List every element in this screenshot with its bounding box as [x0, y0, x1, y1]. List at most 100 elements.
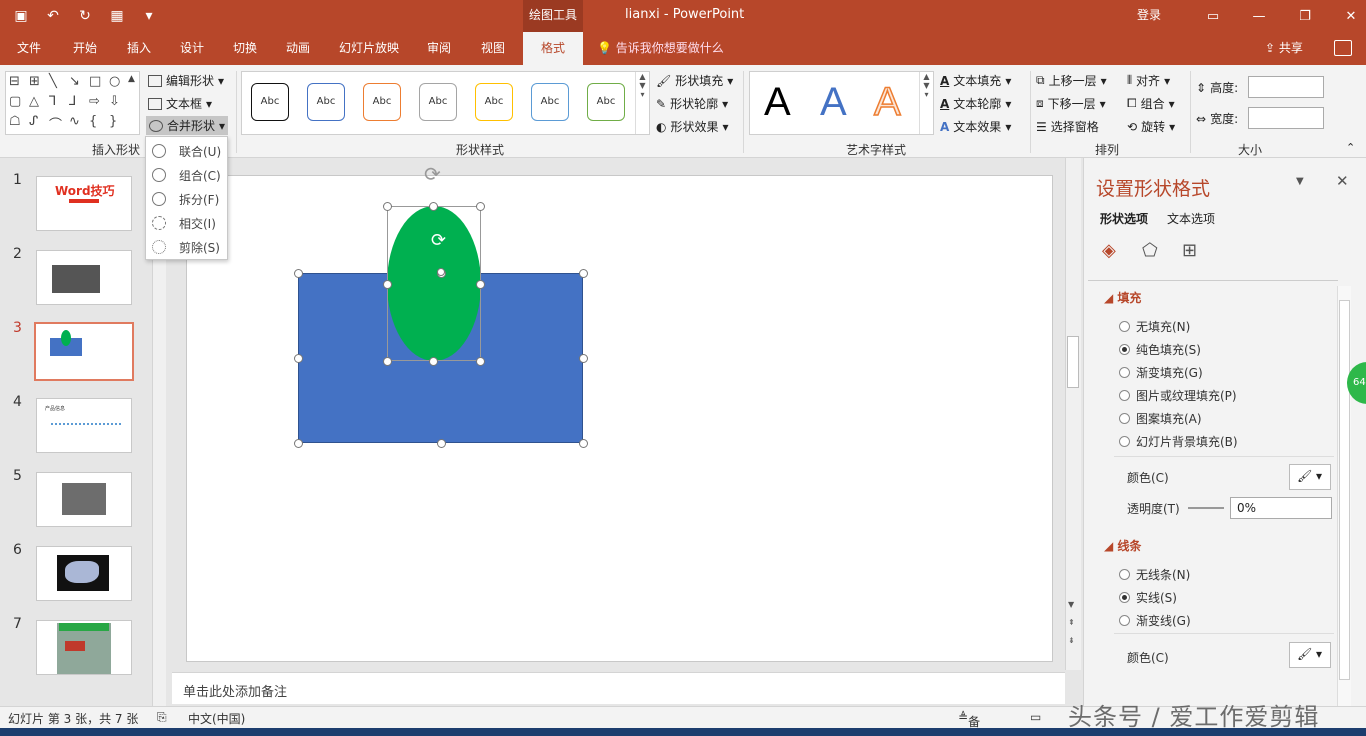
curve-icon[interactable]: ∿: [69, 114, 80, 129]
pane-scrollbar[interactable]: [1337, 286, 1351, 706]
selection-pane-button[interactable]: ☰ 选择窗格: [1036, 118, 1099, 135]
right-arrow-shape-icon[interactable]: ⇨: [89, 94, 100, 109]
resize-handle[interactable]: [579, 269, 588, 278]
wordart-gallery[interactable]: A A A ▲ ▼ ▾: [749, 71, 934, 135]
effects-pentagon-icon[interactable]: ⬠: [1142, 240, 1158, 261]
notes-toggle[interactable]: ≜ 备注: [958, 710, 980, 736]
style-swatch-orange[interactable]: Abc: [363, 83, 401, 121]
line-shape-icon[interactable]: ╲: [49, 74, 57, 89]
style-swatch-green[interactable]: Abc: [587, 83, 625, 121]
tab-design[interactable]: 设计: [180, 32, 204, 65]
text-outline-button[interactable]: A 文本轮廓 ▾: [940, 95, 1011, 112]
prev-slide-icon[interactable]: ⇞: [1068, 618, 1075, 627]
tab-file[interactable]: 文件: [17, 32, 41, 65]
resize-handle[interactable]: [429, 357, 438, 366]
menu-item-subtract[interactable]: 剪除(S): [146, 235, 227, 259]
arc-icon[interactable]: ⌒: [49, 114, 62, 133]
fill-line-icon[interactable]: ◈: [1102, 240, 1116, 261]
customize-qat-icon[interactable]: ▾: [136, 4, 162, 28]
arrow-line-icon[interactable]: ↘: [69, 74, 80, 89]
presentation-icon[interactable]: ▦: [104, 4, 130, 28]
tell-me-search[interactable]: 💡 告诉我你想要做什么: [597, 32, 724, 65]
style-swatch-lightblue[interactable]: Abc: [531, 83, 569, 121]
resize-handle[interactable]: [429, 202, 438, 211]
tab-review[interactable]: 审阅: [427, 32, 451, 65]
tab-transitions[interactable]: 切换: [233, 32, 257, 65]
align-button[interactable]: ⫴ 对齐 ▾: [1127, 72, 1170, 89]
style-swatch-gray[interactable]: Abc: [419, 83, 457, 121]
tab-insert[interactable]: 插入: [127, 32, 151, 65]
resize-handle[interactable]: [294, 354, 303, 363]
center-handle[interactable]: [437, 268, 445, 276]
language-indicator[interactable]: 中文(中国): [188, 710, 245, 727]
radio-picture-fill[interactable]: 图片或纹理填充(P): [1119, 387, 1237, 404]
close-icon[interactable]: ✕: [1328, 0, 1366, 32]
slide-thumbnail-6[interactable]: [36, 546, 132, 601]
slide-thumbnail-5[interactable]: [36, 472, 132, 527]
resize-handle[interactable]: [437, 439, 446, 448]
pane-close-icon[interactable]: ✕: [1336, 172, 1349, 190]
slide-thumbnail-7[interactable]: [36, 620, 132, 675]
slide-thumbnail-3[interactable]: [34, 322, 134, 381]
scribble-icon[interactable]: ᔑ: [29, 114, 38, 129]
menu-item-combine[interactable]: 组合(C): [146, 163, 227, 187]
shape-gallery[interactable]: ⊟ ⊞ ╲ ↘ □ ○ ▢ △ ⅂ ⅃ ⇨ ⇩ ☖ ᔑ ⌒ ∿ { } ▲: [5, 71, 140, 135]
fill-color-picker[interactable]: 🖌 ▾: [1289, 464, 1331, 490]
tab-slideshow[interactable]: 幻灯片放映: [339, 32, 399, 65]
send-backward-button[interactable]: ⧈ 下移一层 ▾: [1036, 95, 1106, 112]
radio-solid-line[interactable]: 实线(S): [1119, 589, 1177, 606]
right-brace-icon[interactable]: }: [109, 114, 117, 129]
wordart-blue[interactable]: A: [820, 80, 847, 125]
width-input[interactable]: [1248, 107, 1324, 129]
radio-gradient-fill[interactable]: 渐变填充(G): [1119, 364, 1203, 381]
rectangle-shape-icon[interactable]: □: [89, 74, 101, 89]
comment-icon[interactable]: [1334, 40, 1352, 56]
resize-handle[interactable]: [579, 439, 588, 448]
vertical-textbox-icon[interactable]: ⊞: [29, 74, 40, 89]
fill-section-header[interactable]: ◢ 填充: [1104, 289, 1141, 306]
freeform-icon[interactable]: ☖: [9, 114, 21, 129]
radio-pattern-fill[interactable]: 图案填充(A): [1119, 410, 1202, 427]
radio-no-line[interactable]: 无线条(N): [1119, 566, 1190, 583]
scroll-down-icon[interactable]: ▼: [1068, 600, 1074, 609]
collapse-ribbon-icon[interactable]: ⌃: [1346, 141, 1355, 154]
resize-handle[interactable]: [383, 357, 392, 366]
login-link[interactable]: 登录: [1137, 0, 1161, 30]
menu-item-union[interactable]: 联合(U): [146, 139, 227, 163]
slide-thumbnail-2[interactable]: [36, 250, 132, 305]
tab-view[interactable]: 视图: [481, 32, 505, 65]
resize-handle[interactable]: [476, 202, 485, 211]
menu-item-intersect[interactable]: 相交(I): [146, 211, 227, 235]
shape-outline-button[interactable]: ✎ 形状轮廓 ▾: [656, 95, 728, 112]
bring-forward-button[interactable]: ⧉ 上移一层 ▾: [1036, 72, 1107, 89]
radio-background-fill[interactable]: 幻灯片背景填充(B): [1119, 433, 1238, 450]
redo-icon[interactable]: ↻: [72, 4, 98, 28]
style-gallery-scroll[interactable]: ▲ ▼ ▾: [635, 72, 649, 134]
pane-scroll-thumb[interactable]: [1339, 300, 1350, 680]
minimize-icon[interactable]: —: [1236, 0, 1282, 32]
pane-options-icon[interactable]: ▼: [1296, 176, 1304, 187]
text-effects-button[interactable]: A 文本效果 ▾: [940, 118, 1011, 135]
group-button[interactable]: ⧠ 组合 ▾: [1127, 95, 1175, 112]
triangle-shape-icon[interactable]: △: [29, 94, 39, 109]
ribbon-display-icon[interactable]: ▭: [1190, 0, 1236, 32]
size-properties-icon[interactable]: ⊞: [1182, 240, 1197, 261]
oval-shape-icon[interactable]: ○: [109, 74, 120, 89]
style-swatch-gold[interactable]: Abc: [475, 83, 513, 121]
shape-style-gallery[interactable]: Abc Abc Abc Abc Abc Abc Abc ▲ ▼ ▾: [241, 71, 650, 135]
tab-format[interactable]: 格式: [523, 32, 583, 65]
menu-item-fragment[interactable]: 拆分(F): [146, 187, 227, 211]
undo-icon[interactable]: ↶: [40, 4, 66, 28]
rotate-handle-icon[interactable]: ⟳: [424, 162, 441, 186]
textbox-shape-icon[interactable]: ⊟: [9, 74, 20, 89]
resize-handle[interactable]: [383, 280, 392, 289]
tab-home[interactable]: 开始: [73, 32, 97, 65]
down-arrow-shape-icon[interactable]: ⇩: [109, 94, 120, 109]
radio-gradient-line[interactable]: 渐变线(G): [1119, 612, 1191, 629]
rotate-button[interactable]: ⟲ 旋转 ▾: [1127, 118, 1175, 135]
normal-view-icon[interactable]: ▭: [1030, 710, 1041, 724]
transparency-input[interactable]: 0%: [1230, 497, 1332, 519]
slide-thumbnail-1[interactable]: Word技巧: [36, 176, 132, 231]
tab-text-options[interactable]: 文本选项: [1167, 210, 1215, 227]
gallery-scroll-icon[interactable]: ▲: [128, 74, 135, 84]
